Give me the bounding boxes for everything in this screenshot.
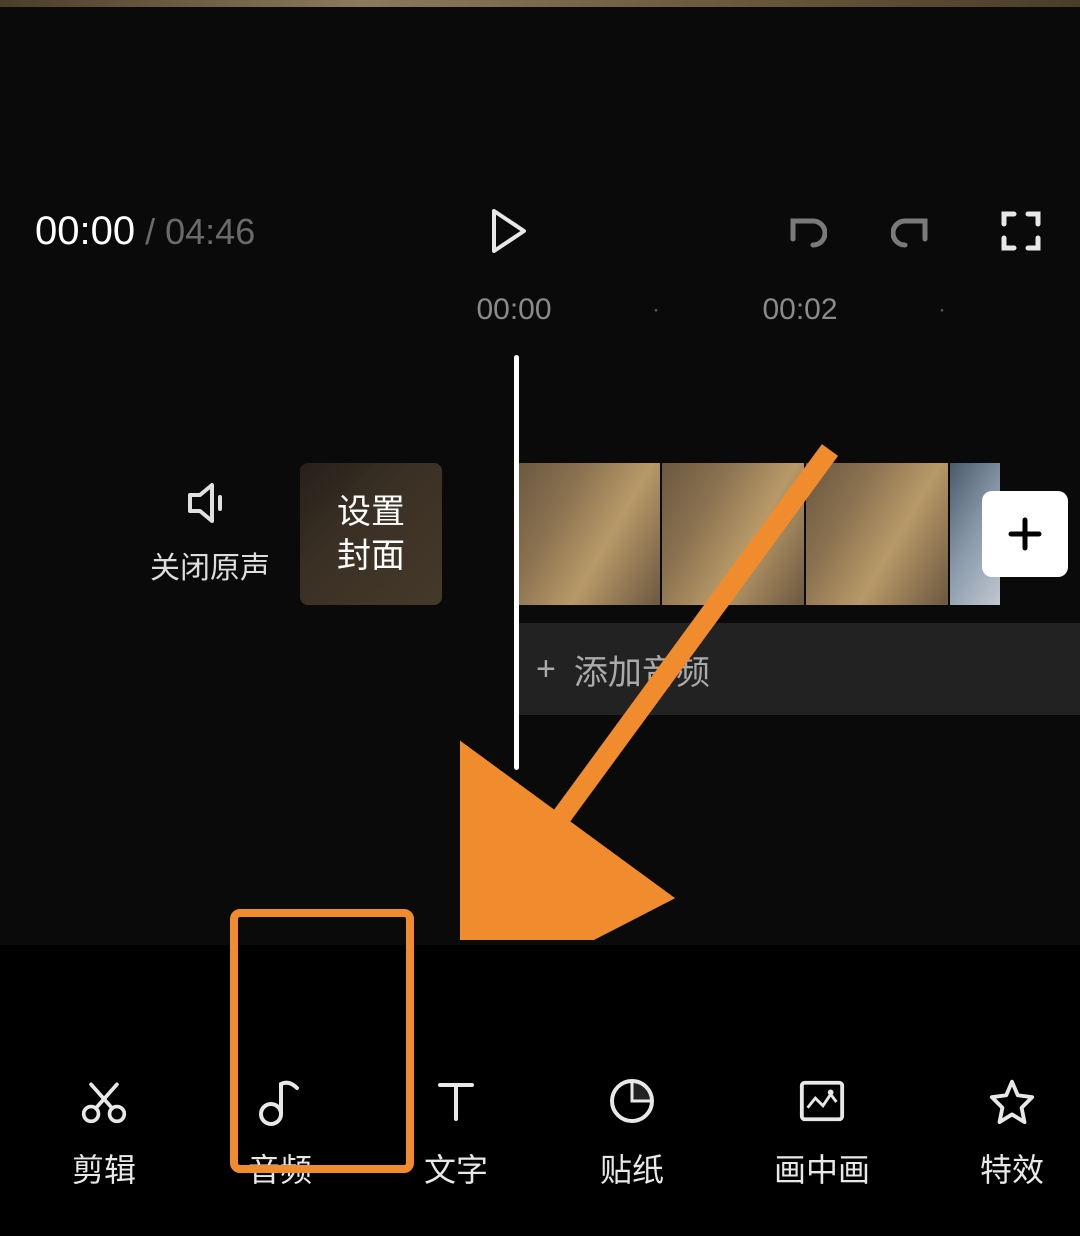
playback-controls: 00:00 / 04:46 — [0, 207, 1080, 255]
speaker-icon — [186, 481, 234, 525]
fullscreen-button[interactable] — [997, 207, 1045, 255]
tool-label: 贴纸 — [600, 1145, 664, 1191]
fullscreen-icon — [1000, 210, 1042, 252]
clip-thumbnail[interactable] — [662, 463, 804, 605]
add-audio-track-button[interactable]: + 添加音频 — [518, 623, 1080, 715]
sticker-icon — [608, 1077, 656, 1125]
tool-pip[interactable]: 画中画 — [774, 1077, 870, 1191]
tool-effects[interactable]: 特效 — [978, 1077, 1046, 1191]
tool-label: 特效 — [980, 1145, 1044, 1191]
ruler-tick: · — [938, 296, 946, 324]
clip-thumbnail[interactable] — [806, 463, 948, 605]
undo-icon — [783, 209, 827, 253]
redo-button[interactable] — [889, 207, 937, 255]
tool-audio[interactable]: 音频 — [246, 1077, 314, 1191]
mute-original-label: 关闭原声 — [150, 543, 270, 587]
preview-thumbnail-strip — [0, 0, 1080, 7]
current-time: 00:00 — [35, 209, 135, 254]
play-icon — [490, 209, 528, 253]
ruler-mark: 00:02 — [762, 293, 837, 327]
star-icon — [988, 1077, 1036, 1125]
tool-label: 音频 — [248, 1145, 312, 1191]
plus-icon: + — [536, 650, 556, 689]
music-note-icon — [256, 1077, 304, 1125]
ruler-mark: 00:00 — [476, 293, 551, 327]
bottom-toolbar: 剪辑 音频 文字 贴纸 — [0, 1031, 1080, 1236]
set-cover-button[interactable]: 设置 封面 — [300, 463, 442, 605]
video-clips[interactable] — [518, 463, 1080, 605]
clip-thumbnail[interactable] — [518, 463, 660, 605]
tool-edit[interactable]: 剪辑 — [70, 1077, 138, 1191]
total-time: 04:46 — [165, 211, 255, 253]
pip-icon — [798, 1077, 846, 1125]
redo-icon — [891, 209, 935, 253]
time-display: 00:00 / 04:46 — [35, 209, 255, 254]
undo-button[interactable] — [781, 207, 829, 255]
plus-icon — [1005, 514, 1045, 554]
tool-label: 剪辑 — [72, 1145, 136, 1191]
play-button[interactable] — [485, 207, 533, 255]
ruler-tick: · — [652, 296, 660, 324]
playhead[interactable] — [514, 355, 519, 770]
time-separator: / — [145, 211, 155, 253]
text-icon — [432, 1077, 480, 1125]
add-clip-button[interactable] — [982, 491, 1068, 577]
scissors-icon — [80, 1077, 128, 1125]
tool-label: 画中画 — [774, 1145, 870, 1191]
time-ruler: 00:00 · 00:02 · — [0, 285, 1080, 335]
tool-sticker[interactable]: 贴纸 — [598, 1077, 666, 1191]
tool-label: 文字 — [424, 1145, 488, 1191]
set-cover-label: 设置 封面 — [337, 490, 405, 578]
video-preview: 00:00 / 04:46 — [0, 7, 1080, 285]
video-track: 关闭原声 设置 封面 — [0, 463, 1080, 605]
timeline[interactable]: 00:00 · 00:02 · 关闭原声 设置 封面 — [0, 285, 1080, 945]
tool-text[interactable]: 文字 — [422, 1077, 490, 1191]
mute-original-button[interactable]: 关闭原声 — [150, 481, 270, 587]
add-audio-label: 添加音频 — [574, 645, 710, 694]
